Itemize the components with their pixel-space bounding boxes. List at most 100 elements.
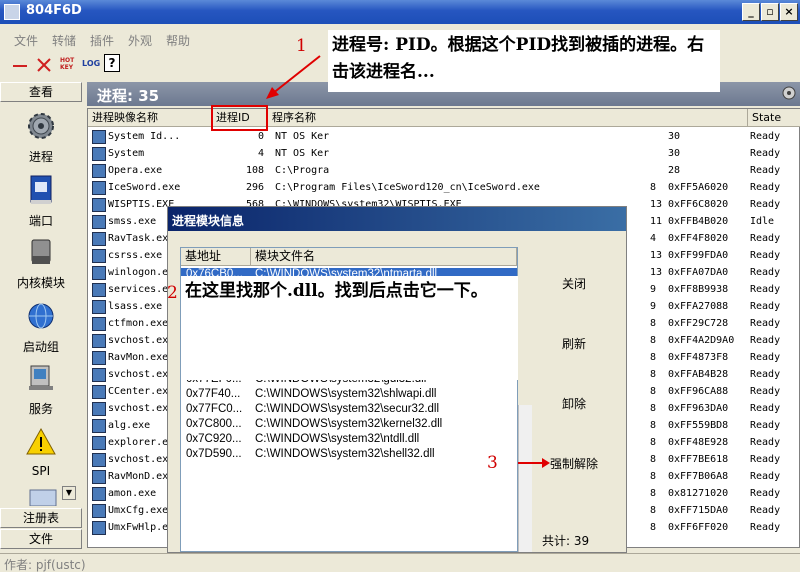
module-path: C:\WINDOWS\system32\secur32.dll — [255, 403, 440, 415]
process-name: IceSword.exe — [108, 182, 181, 193]
close-dialog-button[interactable]: 关闭 — [538, 273, 610, 295]
menu-plugins[interactable]: 插件 — [90, 32, 114, 49]
module-row[interactable]: 0x7C800... C:\WINDOWS\system32\kernel32.d… — [181, 418, 517, 433]
minimize-button[interactable]: _ — [742, 3, 760, 21]
process-threads: 13 — [650, 267, 663, 278]
sidebar-header[interactable]: 查看 — [0, 82, 82, 102]
hotkey-button[interactable]: HOT KEY — [60, 57, 78, 71]
refresh-button[interactable]: 刷新 — [538, 333, 610, 355]
computer-icon — [29, 365, 53, 390]
process-address: 0xFF4A2D9A0 — [668, 335, 735, 346]
process-name: System Id... — [108, 131, 181, 142]
delete-icon[interactable] — [34, 56, 54, 74]
window-title: 804F6D — [26, 3, 82, 18]
process-state: Ready — [750, 165, 781, 176]
process-threads: 8 — [650, 352, 657, 363]
process-state: Ready — [750, 505, 781, 516]
process-address: 28 — [668, 165, 681, 176]
process-address: 0xFF6FF020 — [668, 522, 729, 533]
folder-icon[interactable] — [28, 486, 58, 506]
process-name: RavMon.exe — [108, 352, 169, 363]
unload-button[interactable]: 卸除 — [538, 393, 610, 415]
module-path: C:\WINDOWS\system32\ntdll.dll — [255, 433, 420, 445]
sidebar-registry[interactable]: 注册表 — [0, 508, 82, 528]
table-row[interactable]: Opera.exe 108 C:\Progra 28 Ready — [88, 163, 799, 180]
sidebar-files[interactable]: 文件 — [0, 529, 82, 549]
process-name: alg.exe — [108, 420, 151, 431]
table-row[interactable]: System Id... 0 NT OS Ker 30 Ready — [88, 129, 799, 146]
column-base-address[interactable]: 基地址 — [181, 248, 251, 266]
sidebar-scroll-down-button[interactable]: ▼ — [62, 486, 76, 500]
process-address: 0x81271020 — [668, 488, 729, 499]
process-icon — [92, 487, 106, 501]
process-name: explorer.e — [108, 437, 169, 448]
table-row[interactable]: IceSword.exe 296 C:\Program Files\IceSword… — [88, 180, 799, 197]
sidebar-item-label: 内核模块 — [16, 276, 65, 290]
module-base-address: 0x77FC0... — [186, 403, 243, 415]
log-button[interactable]: LOG — [82, 59, 100, 68]
annotation-note-1: 进程号: PID。根据这个PID找到被插的进程。右击该进程名... — [328, 30, 720, 92]
module-row[interactable]: 0x7C920... C:\WINDOWS\system32\ntdll.dll — [181, 433, 517, 448]
menu-appearance[interactable]: 外观 — [128, 32, 152, 49]
menu-dump[interactable]: 转储 — [52, 32, 76, 49]
module-total: 共计: 39 — [542, 534, 590, 548]
process-state: Ready — [750, 131, 781, 142]
sidebar-item-ports[interactable]: 端口 — [0, 172, 82, 234]
module-row[interactable]: 0x77FC0... C:\WINDOWS\system32\secur32.dl… — [181, 403, 517, 418]
sidebar-item-startup[interactable]: 启动组 — [0, 298, 82, 360]
table-row[interactable]: System 4 NT OS Ker 30 Ready — [88, 146, 799, 163]
column-image-name[interactable]: 进程映像名称 — [88, 109, 212, 127]
process-threads: 8 — [650, 369, 657, 380]
process-name: RavTask.exe — [108, 233, 175, 244]
column-program-name[interactable]: 程序名称 — [268, 109, 748, 127]
close-button[interactable]: × — [780, 3, 798, 21]
help-icon[interactable]: ? — [104, 54, 120, 72]
process-threads: 13 — [650, 199, 663, 210]
process-threads: 8 — [650, 471, 657, 482]
process-address: 0xFF99FDA0 — [668, 250, 729, 261]
process-state: Ready — [750, 522, 781, 533]
sidebar-item-kernel-modules[interactable]: 内核模块 — [0, 234, 82, 296]
annotation-number-1: 1 — [296, 36, 307, 56]
module-row[interactable]: 0x77F40... C:\WINDOWS\system32\shlwapi.dl… — [181, 388, 517, 403]
module-row[interactable]: 0x7D590... C:\WINDOWS\system32\shell32.dl… — [181, 448, 517, 463]
menu-file[interactable]: 文件 — [14, 32, 38, 49]
sidebar-item-process[interactable]: 进程 — [0, 108, 82, 170]
process-icon — [92, 504, 106, 518]
menu-bar: 文件 转储 插件 外观 帮助 — [0, 27, 330, 49]
sidebar-item-spi[interactable]: SPI — [0, 424, 82, 486]
refresh-icon[interactable] — [781, 85, 797, 101]
process-state: Ready — [750, 267, 781, 278]
process-name: svchost.ex — [108, 369, 169, 380]
sidebar: 查看 进程 端口 内核模块 启动组 服务 SPI ▼ 注册表 文件 — [0, 82, 82, 572]
process-address: 0xFF963DA0 — [668, 403, 729, 414]
module-list-scrollbar[interactable] — [518, 405, 532, 552]
sidebar-item-label: 服务 — [28, 402, 53, 416]
process-name: smss.exe — [108, 216, 157, 227]
process-threads: 9 — [650, 284, 657, 295]
process-name: services.e — [108, 284, 169, 295]
process-threads: 4 — [650, 233, 657, 244]
process-address: 0xFF559BD8 — [668, 420, 729, 431]
process-threads: 8 — [650, 454, 657, 465]
process-icon — [92, 521, 106, 535]
annotation-note-2: 在这里找那个.dll。找到后点击它一下。 — [181, 276, 518, 380]
sidebar-item-services[interactable]: 服务 — [0, 360, 82, 422]
module-base-address: 0x7C920... — [186, 433, 242, 445]
process-state: Idle — [750, 216, 775, 227]
process-address: 0xFF7B06A8 — [668, 471, 729, 482]
dialog-title-bar: 进程模块信息 — [168, 207, 626, 231]
maximize-button[interactable]: ▫ — [761, 3, 779, 21]
process-address: 0xFF8B9938 — [668, 284, 729, 295]
process-state: Ready — [750, 335, 781, 346]
process-address: 30 — [668, 148, 681, 159]
process-threads: 8 — [650, 386, 657, 397]
minus-icon[interactable] — [10, 56, 30, 74]
column-module-file[interactable]: 模块文件名 — [251, 248, 517, 266]
column-state[interactable]: State — [748, 109, 800, 127]
process-address: 0xFFA27088 — [668, 301, 729, 312]
annotation-number-3: 3 — [487, 453, 498, 473]
process-icon — [92, 181, 106, 195]
menu-help[interactable]: 帮助 — [166, 32, 190, 49]
process-name: svchost.ex — [108, 403, 169, 414]
